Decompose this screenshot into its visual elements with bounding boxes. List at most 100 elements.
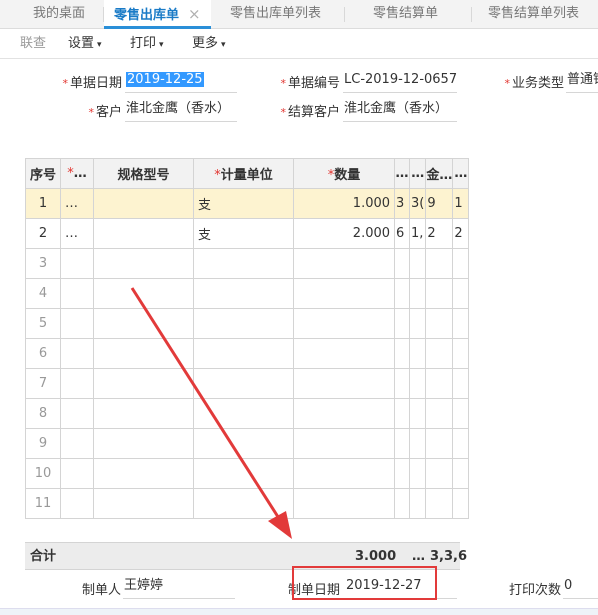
empty-cell[interactable] <box>60 338 95 369</box>
tab-my-desktop[interactable]: 我的桌面 <box>33 0 85 29</box>
empty-cell[interactable] <box>409 428 427 459</box>
empty-cell[interactable] <box>452 458 470 489</box>
cell[interactable]: 1 <box>452 188 470 219</box>
empty-cell[interactable] <box>293 248 396 279</box>
empty-cell[interactable] <box>394 338 411 369</box>
empty-cell[interactable] <box>394 428 411 459</box>
tab-retail-outbound[interactable]: 零售出库单 × <box>104 0 211 29</box>
cell[interactable]: 6 <box>394 218 411 249</box>
empty-cell[interactable] <box>425 398 454 429</box>
product-cell[interactable]: … <box>60 218 95 249</box>
cell[interactable]: 3( <box>409 188 427 219</box>
empty-cell[interactable] <box>93 278 195 309</box>
empty-cell[interactable] <box>93 488 195 519</box>
empty-cell[interactable] <box>409 488 427 519</box>
table-row[interactable]: 8 <box>24 398 470 429</box>
date-field[interactable]: 2019-12-25 <box>125 69 237 93</box>
empty-cell[interactable] <box>452 488 470 519</box>
empty-cell[interactable] <box>293 458 396 489</box>
empty-cell[interactable] <box>193 458 295 489</box>
print-menu[interactable]: 打印 ▾ <box>130 29 164 60</box>
table-row[interactable]: 1 … 支 1.000 3 3( 9 1 <box>24 188 470 219</box>
empty-cell[interactable] <box>93 338 195 369</box>
close-icon[interactable]: × <box>188 5 201 23</box>
empty-cell[interactable] <box>394 458 411 489</box>
number-field[interactable]: LC-2019-12-0657 <box>343 69 457 93</box>
col-header-unit[interactable]: *计量单位 <box>193 158 295 189</box>
col-header-qty[interactable]: *数量 <box>293 158 396 189</box>
empty-cell[interactable] <box>193 308 295 339</box>
unit-cell[interactable]: 支 <box>193 188 295 219</box>
tab-retail-settlement-list[interactable]: 零售结算单列表 <box>488 0 579 29</box>
empty-cell[interactable] <box>60 488 95 519</box>
empty-cell[interactable] <box>409 278 427 309</box>
empty-cell[interactable] <box>425 458 454 489</box>
empty-cell[interactable] <box>425 488 454 519</box>
empty-cell[interactable] <box>293 428 396 459</box>
empty-cell[interactable] <box>293 368 396 399</box>
empty-cell[interactable] <box>293 398 396 429</box>
empty-cell[interactable] <box>293 278 396 309</box>
col-header-collapsed[interactable]: … <box>394 158 411 189</box>
empty-cell[interactable] <box>93 368 195 399</box>
empty-cell[interactable] <box>60 398 95 429</box>
empty-cell[interactable] <box>60 458 95 489</box>
col-header-amount[interactable]: 金… <box>425 158 454 189</box>
empty-cell[interactable] <box>409 458 427 489</box>
empty-cell[interactable] <box>193 368 295 399</box>
empty-cell[interactable] <box>425 278 454 309</box>
empty-cell[interactable] <box>394 308 411 339</box>
empty-cell[interactable] <box>93 248 195 279</box>
empty-cell[interactable] <box>409 248 427 279</box>
empty-cell[interactable] <box>452 428 470 459</box>
settle-customer-field[interactable]: 淮北金鹰（香水） <box>343 98 457 122</box>
table-row[interactable]: 3 <box>24 248 470 279</box>
empty-cell[interactable] <box>452 368 470 399</box>
table-row[interactable]: 9 <box>24 428 470 459</box>
col-header-spec[interactable]: 规格型号 <box>93 158 195 189</box>
spec-cell[interactable] <box>93 218 195 249</box>
link-query-button[interactable]: 联查 <box>20 29 46 58</box>
empty-cell[interactable] <box>293 488 396 519</box>
empty-cell[interactable] <box>60 248 95 279</box>
empty-cell[interactable] <box>452 278 470 309</box>
col-header-product[interactable]: *… <box>60 158 95 189</box>
empty-cell[interactable] <box>452 398 470 429</box>
empty-cell[interactable] <box>293 308 396 339</box>
product-cell[interactable]: … <box>60 188 95 219</box>
empty-cell[interactable] <box>394 278 411 309</box>
cell[interactable]: 1, <box>409 218 427 249</box>
empty-cell[interactable] <box>409 338 427 369</box>
cell[interactable]: 2 <box>425 218 454 249</box>
table-row[interactable]: 4 <box>24 278 470 309</box>
cell[interactable]: 9 <box>425 188 454 219</box>
cell[interactable]: 3 <box>394 188 411 219</box>
tab-retail-outbound-list[interactable]: 零售出库单列表 <box>230 0 321 29</box>
empty-cell[interactable] <box>394 488 411 519</box>
empty-cell[interactable] <box>452 308 470 339</box>
empty-cell[interactable] <box>409 398 427 429</box>
empty-cell[interactable] <box>425 338 454 369</box>
cell[interactable]: 2 <box>452 218 470 249</box>
table-row[interactable]: 6 <box>24 338 470 369</box>
empty-cell[interactable] <box>425 368 454 399</box>
col-header-no[interactable]: 序号 <box>24 158 62 189</box>
empty-cell[interactable] <box>193 248 295 279</box>
spec-cell[interactable] <box>93 188 195 219</box>
empty-cell[interactable] <box>193 398 295 429</box>
empty-cell[interactable] <box>394 398 411 429</box>
col-header-collapsed[interactable]: … <box>409 158 427 189</box>
empty-cell[interactable] <box>409 308 427 339</box>
table-row[interactable]: 7 <box>24 368 470 399</box>
empty-cell[interactable] <box>93 428 195 459</box>
empty-cell[interactable] <box>93 458 195 489</box>
qty-cell[interactable]: 2.000 <box>293 218 396 249</box>
empty-cell[interactable] <box>425 308 454 339</box>
biz-type-field[interactable]: 普通销 <box>566 69 598 93</box>
empty-cell[interactable] <box>60 368 95 399</box>
qty-cell[interactable]: 1.000 <box>293 188 396 219</box>
unit-cell[interactable]: 支 <box>193 218 295 249</box>
table-row[interactable]: 5 <box>24 308 470 339</box>
empty-cell[interactable] <box>60 308 95 339</box>
table-row[interactable]: 11 <box>24 488 470 519</box>
